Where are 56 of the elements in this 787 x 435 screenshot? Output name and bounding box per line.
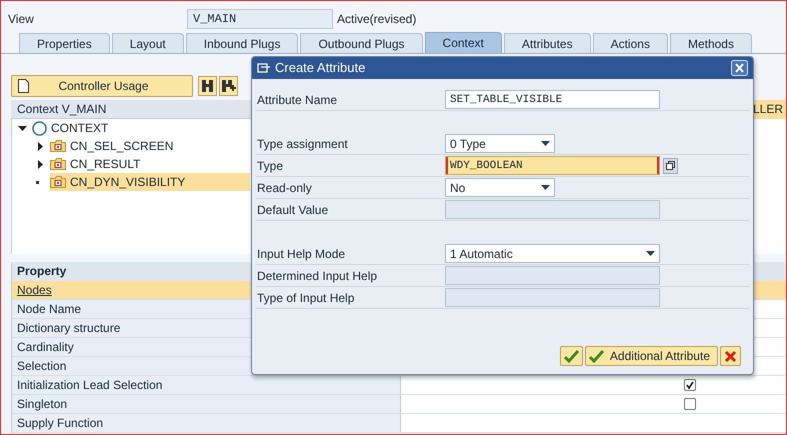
tab[interactable]: Outbound Plugs [300,33,423,53]
additional-attribute-button[interactable]: Additional Attribute [584,346,718,366]
folder-icon [50,176,66,188]
folder-icon [50,140,66,152]
cancel-button[interactable] [720,346,741,366]
dialog-title: Create Attribute [275,59,366,78]
tree-node[interactable]: CONTEXT [32,119,110,137]
field-label: Default Value [256,202,330,218]
tab[interactable]: Properties [19,33,110,53]
field-label: Type [256,158,284,174]
check-icon [564,350,579,362]
tab[interactable]: Methods [670,33,752,53]
close-icon[interactable] [731,60,748,76]
find-next-icon[interactable] [219,76,238,96]
dropdown[interactable]: No [445,178,555,197]
view-status: Active(revised) [337,11,416,28]
collapsed-arrow-icon[interactable] [36,142,45,150]
tab[interactable]: Actions [592,33,668,53]
collapsed-arrow-icon[interactable] [36,160,45,168]
tree-header: Context V_MAIN [16,101,106,118]
field-label: Type assignment [256,136,349,152]
dropdown[interactable]: 0 Type [445,134,555,153]
field-label: Input Help Mode [256,246,346,262]
edit-icon [257,62,271,74]
caret-icon[interactable] [541,141,550,146]
attribute-name-field[interactable]: SET_TABLE_VISIBLE [445,90,660,109]
field-label: Read-only [256,180,313,196]
tab[interactable]: Inbound Plugs [186,33,298,53]
property-cell: Singleton [12,395,400,413]
find-icon[interactable] [198,76,217,96]
bullet-icon [36,180,39,184]
tree-node[interactable]: CN_SEL_SCREEN [50,137,176,155]
property-cell: Supply Function [12,414,400,432]
tab[interactable]: Attributes [504,33,591,53]
tab[interactable]: Context [424,32,502,53]
dropdown[interactable]: 1 Automatic [445,244,660,263]
check-icon [588,350,604,362]
value-help-icon[interactable] [663,158,678,174]
tree-node[interactable]: CN_DYN_VISIBILITY [50,173,250,191]
property-cell: Initialization Lead Selection [12,376,400,394]
confirm-button[interactable] [560,346,583,366]
type-field[interactable]: WDY_BOOLEAN [445,156,660,175]
view-name-field: V_MAIN [187,9,333,29]
tab[interactable]: Layout [112,33,184,53]
folder-icon [50,158,66,170]
tree-node[interactable]: CN_RESULT [50,155,142,173]
caret-icon[interactable] [541,185,550,190]
view-label: View [8,11,35,28]
cancel-icon [724,350,737,362]
caret-icon[interactable] [646,251,655,256]
checkbox[interactable] [684,398,696,410]
checkbox[interactable] [684,379,696,391]
expanded-arrow-icon[interactable] [18,124,27,132]
controller-usage-button[interactable]: Controller Usage [11,75,193,97]
document-icon [18,79,29,93]
field-label: Attribute Name [256,92,338,108]
